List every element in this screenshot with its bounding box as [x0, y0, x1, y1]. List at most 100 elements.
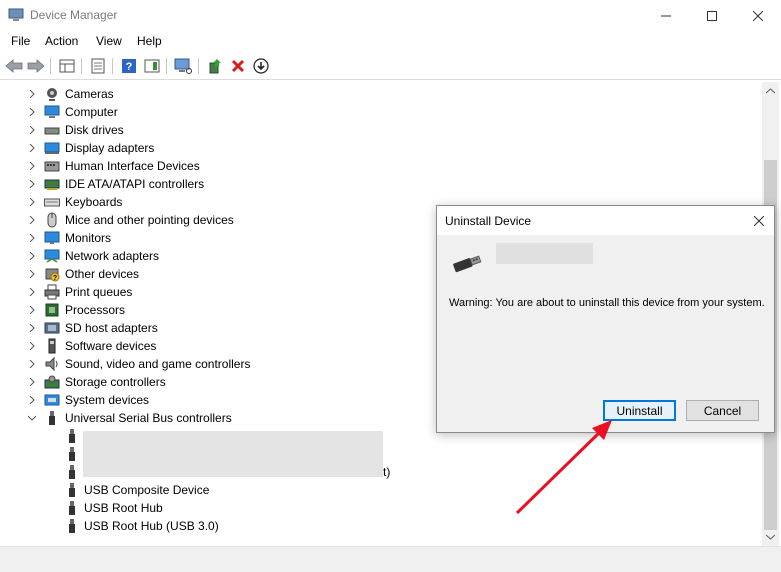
chevron-right-icon[interactable]: [28, 306, 36, 314]
hid-icon: [44, 161, 60, 172]
computer-icon: [44, 105, 60, 118]
chevron-right-icon[interactable]: [28, 90, 36, 98]
tree-item-label: USB Root Hub: [84, 501, 163, 515]
properties-grid-icon[interactable]: [57, 57, 77, 75]
mouse-icon: [47, 212, 57, 228]
back-icon[interactable]: [4, 57, 24, 75]
tree-item-label: Monitors: [65, 231, 112, 245]
usb-plug-icon: [69, 501, 75, 515]
tree-item-label: IDE ATA/ATAPI controllers: [65, 177, 205, 191]
tree-item-label: USB Root Hub (USB 3.0): [84, 519, 219, 533]
chevron-right-icon[interactable]: [28, 126, 36, 134]
status-bar: [0, 563, 781, 572]
chevron-right-icon[interactable]: [28, 324, 36, 332]
tree-item-label: Storage controllers: [65, 375, 166, 389]
processor-icon: [45, 303, 59, 317]
keyboard-icon: [44, 198, 60, 207]
chevron-right-icon[interactable]: [28, 180, 36, 188]
forward-icon[interactable]: [26, 57, 46, 75]
chevron-right-icon[interactable]: [28, 234, 36, 242]
minimize-button[interactable]: [643, 0, 689, 31]
dialog-title-bar: Uninstall Device: [437, 206, 774, 235]
update-driver-icon[interactable]: [205, 57, 225, 75]
redacted-trailing-text: t): [383, 465, 391, 479]
tree-item-label: SD host adapters: [65, 321, 158, 335]
tree-item-label: Print queues: [65, 285, 133, 299]
redacted-device-names: [83, 431, 383, 477]
cancel-button[interactable]: Cancel: [686, 400, 759, 421]
chevron-right-icon[interactable]: [28, 198, 36, 206]
software-device-icon: [48, 338, 56, 354]
uninstall-device-dialog: Uninstall Device Warning: You are about …: [436, 205, 775, 433]
tree-item-label: Network adapters: [65, 249, 160, 263]
chevron-down-icon[interactable]: [28, 414, 36, 422]
menu-file[interactable]: File: [9, 34, 32, 48]
chevron-right-icon[interactable]: [28, 252, 36, 260]
scan-hardware-icon[interactable]: [173, 57, 193, 75]
usb-plug-icon: [69, 429, 75, 443]
help-icon[interactable]: ?: [119, 57, 139, 75]
document-icon[interactable]: [88, 57, 108, 75]
tree-item-label: Cameras: [65, 87, 114, 101]
menu-help[interactable]: Help: [135, 34, 164, 48]
window-title: Device Manager: [30, 8, 118, 22]
chevron-right-icon[interactable]: [28, 144, 36, 152]
chevron-right-icon[interactable]: [28, 288, 36, 296]
chevron-right-icon[interactable]: [28, 108, 36, 116]
tree-item-label: Display adapters: [65, 141, 155, 155]
tree-item-label: Mice and other pointing devices: [65, 213, 234, 227]
uninstall-device-icon[interactable]: [228, 57, 248, 75]
maximize-button[interactable]: [689, 0, 735, 31]
usb-plug-icon: [69, 519, 75, 533]
scroll-down-icon[interactable]: [766, 534, 775, 540]
storage-controller-icon: [44, 375, 60, 389]
toolbar: ?: [0, 53, 781, 80]
dialog-close-icon[interactable]: [750, 212, 768, 230]
disk-drive-icon: [44, 127, 60, 135]
tree-item-label: Sound, video and game controllers: [65, 357, 251, 371]
tree-item-label: Other devices: [65, 267, 140, 281]
camera-icon: [47, 88, 57, 101]
sound-icon: [45, 356, 58, 372]
tree-item-disk-drives[interactable]: Disk drives: [0, 121, 700, 139]
tree-item-label: USB Composite Device: [84, 483, 210, 497]
usb-plug-icon: [69, 465, 75, 479]
scroll-up-icon[interactable]: [766, 88, 775, 94]
uninstall-button[interactable]: Uninstall: [603, 400, 676, 421]
device-manager-icon: [8, 8, 24, 22]
tree-item-label: Human Interface Devices: [65, 159, 200, 173]
chevron-right-icon[interactable]: [28, 360, 36, 368]
tree-item-label: Keyboards: [65, 195, 123, 209]
menu-view[interactable]: View: [94, 34, 124, 48]
close-button[interactable]: [735, 0, 781, 31]
network-adapter-icon: [44, 249, 60, 263]
tree-item-hid[interactable]: Human Interface Devices: [0, 157, 700, 175]
horizontal-scrollbar[interactable]: [0, 546, 781, 563]
svg-text:?: ?: [53, 275, 57, 282]
usb-child-root-hub-3[interactable]: USB Root Hub (USB 3.0): [0, 517, 700, 535]
dialog-title: Uninstall Device: [445, 214, 532, 228]
sd-host-icon: [44, 322, 60, 334]
tree-item-cameras[interactable]: Cameras: [0, 85, 700, 103]
chevron-right-icon[interactable]: [28, 216, 36, 224]
chevron-right-icon[interactable]: [28, 378, 36, 386]
usb-device-icon: [453, 255, 482, 273]
ide-controller-icon: [44, 179, 60, 190]
disable-device-icon[interactable]: [251, 57, 271, 75]
tree-item-label: Disk drives: [65, 123, 124, 137]
usb-child-root-hub[interactable]: USB Root Hub: [0, 499, 700, 517]
tree-item-computer[interactable]: Computer: [0, 103, 700, 121]
chevron-right-icon[interactable]: [28, 270, 36, 278]
tree-item-display-adapters[interactable]: Display adapters: [0, 139, 700, 157]
usb-controller-icon: [49, 411, 55, 425]
usb-plug-icon: [69, 483, 75, 497]
tree-item-label: Computer: [65, 105, 118, 119]
menu-action[interactable]: Action: [43, 34, 80, 48]
action-pane-icon[interactable]: [142, 57, 162, 75]
chevron-right-icon[interactable]: [28, 342, 36, 350]
tree-item-ide-controllers[interactable]: IDE ATA/ATAPI controllers: [0, 175, 700, 193]
chevron-right-icon[interactable]: [28, 162, 36, 170]
usb-child-composite[interactable]: USB Composite Device: [0, 481, 700, 499]
chevron-right-icon[interactable]: [28, 396, 36, 404]
usb-plug-icon: [69, 447, 75, 461]
